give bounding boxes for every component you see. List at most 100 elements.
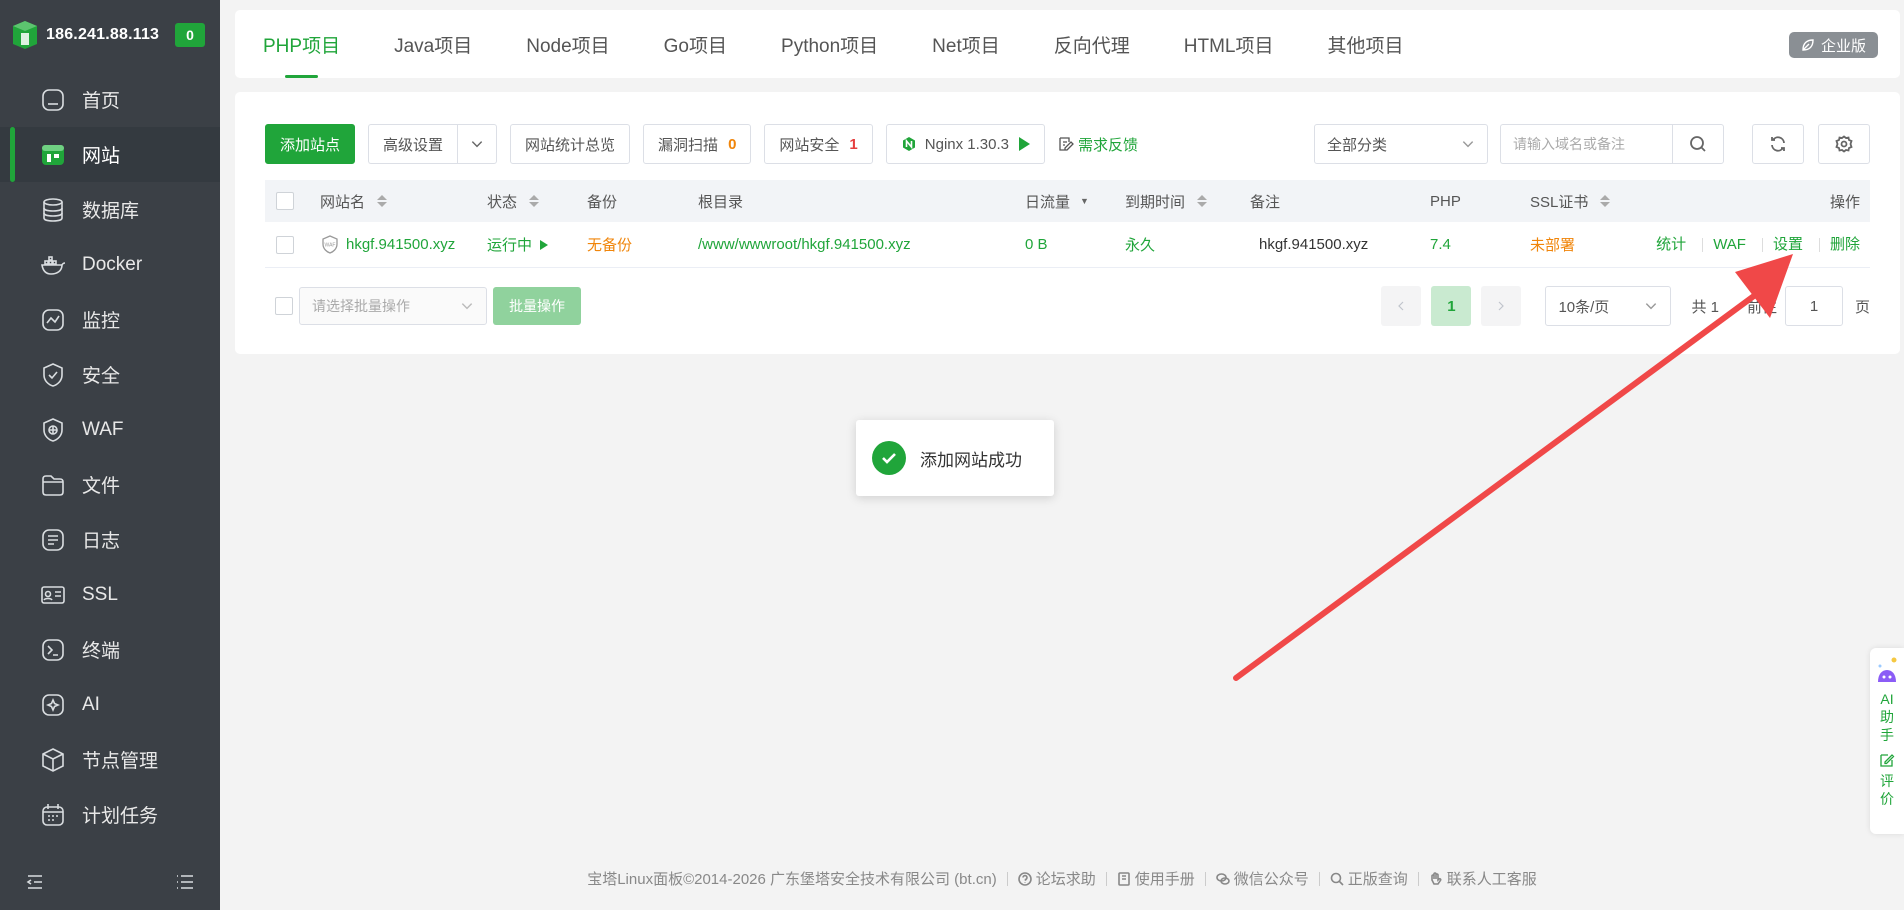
vuln-scan-button[interactable]: 漏洞扫描 0 xyxy=(643,124,752,164)
page-size-value: 10条/页 xyxy=(1558,298,1610,316)
license-check-link[interactable]: 正版查询 xyxy=(1330,868,1408,889)
page-size-select[interactable]: 10条/页 xyxy=(1545,286,1672,326)
manual-link[interactable]: 使用手册 xyxy=(1117,868,1195,889)
sidebar-item-security[interactable]: 安全 xyxy=(0,347,220,402)
tab-php[interactable]: PHP项目 xyxy=(263,10,340,78)
table-settings-button[interactable] xyxy=(1818,124,1870,164)
sidebar-item-ssl[interactable]: SSL xyxy=(0,567,220,622)
site-note[interactable]: hkgf.941500.xyz xyxy=(1259,236,1368,253)
select-all-checkbox[interactable] xyxy=(276,192,294,210)
sidebar-item-logs[interactable]: 日志 xyxy=(0,512,220,567)
collapse-sidebar-icon[interactable] xyxy=(25,872,45,892)
sidebar-item-files[interactable]: 文件 xyxy=(0,457,220,512)
next-page-button[interactable] xyxy=(1481,286,1522,326)
col-ssl[interactable]: SSL证书 xyxy=(1530,191,1611,212)
tab-other[interactable]: 其他项目 xyxy=(1328,10,1404,78)
sidebar-item-ai[interactable]: AI xyxy=(0,677,220,732)
sidebar-item-label: 计划任务 xyxy=(82,806,159,827)
total-count-text: 共 1 xyxy=(1691,298,1719,316)
col-note: 备注 xyxy=(1250,191,1280,212)
site-stats-overview-button[interactable]: 网站统计总览 xyxy=(510,124,631,164)
col-traffic-label: 日流量 xyxy=(1025,193,1071,211)
sidebar-menu: 首页 网站 数据库 Docker 监控 安全 WAF 文件 日志 SSL 终端 … xyxy=(0,72,220,842)
nginx-icon xyxy=(902,137,915,151)
batch-operation-select[interactable]: 请选择批量操作 xyxy=(299,287,487,325)
page-number-current[interactable]: 1 xyxy=(1431,286,1472,326)
sidebar-item-docker[interactable]: Docker xyxy=(0,237,220,292)
tab-java[interactable]: Java项目 xyxy=(394,10,472,78)
sidebar-item-waf[interactable]: WAF xyxy=(0,402,220,457)
sidebar-item-home[interactable]: 首页 xyxy=(0,72,220,127)
table-row: WAF hkgf.941500.xyz 运行中 无备份 /www/wwwroot… xyxy=(265,222,1870,268)
category-select[interactable]: 全部分类 xyxy=(1314,124,1488,164)
sidebar-item-terminal[interactable]: 终端 xyxy=(0,622,220,677)
prev-page-button[interactable] xyxy=(1381,286,1422,326)
folder-icon xyxy=(42,474,64,496)
svg-text:WAF: WAF xyxy=(325,242,336,248)
site-search xyxy=(1500,124,1724,164)
batch-select-all-checkbox[interactable] xyxy=(275,297,293,315)
site-ssl-status[interactable]: 未部署 xyxy=(1530,234,1575,255)
col-expire-label: 到期时间 xyxy=(1125,193,1186,211)
alert-count-badge[interactable]: 0 xyxy=(175,23,205,47)
ai-assistant-label: AI助手 xyxy=(1880,691,1894,743)
enterprise-button[interactable]: 企业版 xyxy=(1788,32,1878,58)
tab-reverse-proxy[interactable]: 反向代理 xyxy=(1054,10,1130,78)
wechat-link[interactable]: 微信公众号 xyxy=(1215,868,1309,889)
site-traffic[interactable]: 0 B xyxy=(1025,236,1048,253)
col-traffic[interactable]: 日流量 ▼ xyxy=(1025,191,1089,212)
chevron-down-icon xyxy=(1462,141,1474,148)
ai-assistant-float[interactable]: AI助手 评价 xyxy=(1870,648,1904,834)
site-expire[interactable]: 永久 xyxy=(1125,234,1155,255)
gear-icon xyxy=(1835,135,1853,153)
review-label: 评价 xyxy=(1880,773,1894,807)
page-footer: 宝塔Linux面板©2014-2026 广东堡塔安全技术有限公司 (bt.cn)… xyxy=(220,868,1904,889)
goto-page-input[interactable]: 1 xyxy=(1784,286,1843,326)
site-backup[interactable]: 无备份 xyxy=(587,234,632,255)
feedback-link[interactable]: 需求反馈 xyxy=(1058,134,1138,155)
tab-python[interactable]: Python项目 xyxy=(781,10,878,78)
refresh-button[interactable] xyxy=(1752,124,1804,164)
site-name-cell: WAF hkgf.941500.xyz xyxy=(320,234,455,255)
sidebar-item-website[interactable]: 网站 xyxy=(0,127,220,182)
advanced-settings-button[interactable]: 高级设置 xyxy=(368,124,458,164)
sidebar-item-nodes[interactable]: 节点管理 xyxy=(0,732,220,787)
sidebar-item-monitor[interactable]: 监控 xyxy=(0,292,220,347)
site-status[interactable]: 运行中 xyxy=(487,234,549,255)
site-name-link[interactable]: hkgf.941500.xyz xyxy=(346,236,455,253)
tab-go[interactable]: Go项目 xyxy=(664,10,727,78)
wechat-label: 微信公众号 xyxy=(1233,871,1309,888)
col-status[interactable]: 状态 xyxy=(487,191,540,212)
website-icon xyxy=(42,144,64,165)
forum-help-link[interactable]: 论坛求助 xyxy=(1017,868,1096,889)
sidebar-item-database[interactable]: 数据库 xyxy=(0,182,220,237)
tab-net[interactable]: Net项目 xyxy=(932,10,1000,78)
stats-action[interactable]: 统计 xyxy=(1646,237,1696,252)
database-icon xyxy=(43,197,63,222)
forum-help-label: 论坛求助 xyxy=(1035,871,1096,888)
batch-select-placeholder: 请选择批量操作 xyxy=(312,298,410,314)
site-php-version[interactable]: 7.4 xyxy=(1430,236,1451,253)
sidebar-item-cron[interactable]: 计划任务 xyxy=(0,787,220,842)
nginx-button[interactable]: Nginx 1.30.3 xyxy=(885,124,1045,164)
success-toast: 添加网站成功 xyxy=(856,420,1054,496)
col-name[interactable]: 网站名 xyxy=(320,191,388,212)
sidebar-item-label: 节点管理 xyxy=(82,751,159,772)
advanced-dropdown-toggle[interactable] xyxy=(457,124,498,164)
add-site-button[interactable]: 添加站点 xyxy=(265,124,356,164)
customer-service-link[interactable]: 联系人工客服 xyxy=(1429,868,1537,889)
delete-action[interactable]: 删除 xyxy=(1818,237,1870,252)
tab-node[interactable]: Node项目 xyxy=(526,10,609,78)
batch-operation-button[interactable]: 批量操作 xyxy=(493,287,581,325)
menu-list-icon[interactable] xyxy=(175,872,195,892)
search-button[interactable] xyxy=(1672,124,1724,164)
waf-action[interactable]: WAF xyxy=(1702,237,1756,252)
col-ssl-label: SSL证书 xyxy=(1530,193,1589,211)
col-expire[interactable]: 到期时间 xyxy=(1125,191,1208,212)
site-root-link[interactable]: /www/wwwroot/hkgf.941500.xyz xyxy=(698,236,911,253)
search-input[interactable] xyxy=(1500,124,1672,164)
row-checkbox[interactable] xyxy=(276,235,294,254)
site-security-button[interactable]: 网站安全 1 xyxy=(764,124,873,164)
settings-action[interactable]: 设置 xyxy=(1761,237,1813,252)
tab-html[interactable]: HTML项目 xyxy=(1184,10,1274,78)
